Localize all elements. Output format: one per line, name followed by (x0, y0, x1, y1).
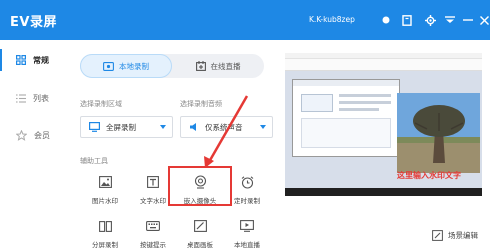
tool-image-watermark[interactable]: 图片水印 (80, 174, 130, 208)
star-icon (16, 129, 27, 141)
record-area-value: 全屏录制 (106, 122, 136, 132)
preview-taskbar (285, 188, 482, 196)
edit-icon (432, 229, 443, 241)
settings-icon[interactable] (422, 12, 438, 28)
keyboard-icon (145, 218, 161, 234)
monitor-icon (89, 122, 100, 132)
sidebar-item-list[interactable]: 列表 (0, 82, 62, 114)
record-area-select[interactable]: 全屏录制 (80, 116, 173, 138)
text-icon (145, 174, 161, 190)
tool-label: 图片水印 (92, 197, 118, 205)
tool-label: 按键提示 (140, 241, 166, 249)
baobab-photo (397, 93, 480, 173)
sidebar-item-label: 会员 (34, 130, 50, 140)
speaker-icon (190, 123, 196, 131)
book-icon[interactable] (399, 12, 415, 28)
tab-live-stream[interactable]: 在线直播 (172, 54, 264, 78)
record-dot-icon[interactable] (378, 12, 394, 28)
close-icon[interactable] (476, 12, 490, 28)
username[interactable]: K.K-kub8zep (309, 15, 355, 24)
tool-local-live[interactable]: 本地直播 (222, 218, 272, 250)
tool-label: 文字水印 (140, 197, 166, 205)
tool-desktop-whiteboard[interactable]: 桌面画板 (175, 218, 225, 250)
audio-value: 仅系统声音 (205, 122, 243, 132)
webcam-highlight-box (168, 166, 232, 206)
chevron-down-icon (260, 125, 266, 129)
tool-label: 本地直播 (234, 241, 260, 249)
live-calendar-icon (195, 61, 206, 71)
tab-label: 在线直播 (210, 61, 241, 71)
sidebar-item-general[interactable]: 常规 (0, 44, 62, 76)
audio-label: 选择录制音频 (180, 100, 222, 108)
record-area-label: 选择录制区域 (80, 100, 122, 108)
chevron-down-icon (160, 125, 166, 129)
alarm-icon (239, 174, 255, 190)
preview-app-window (292, 79, 400, 157)
sidebar: 常规 列表 会员 (0, 40, 62, 250)
sidebar-item-label: 常规 (33, 55, 49, 65)
tool-split-screen[interactable]: 分屏录制 (80, 218, 130, 250)
title-bar: EV录屏 K.K-kub8zep (0, 0, 490, 40)
monitor-record-icon (103, 61, 114, 71)
app-title: EV录屏 (10, 15, 57, 30)
scene-edit-label: 场景编辑 (448, 230, 478, 240)
sidebar-item-member[interactable]: 会员 (0, 119, 62, 151)
menu-icon[interactable] (442, 12, 458, 28)
scene-edit-button[interactable]: 场景编辑 (432, 226, 478, 244)
tool-label: 桌面画板 (187, 241, 213, 249)
watermark-text[interactable]: 这里输入水印文字 (397, 170, 461, 181)
preview-toolbar (285, 59, 482, 71)
audio-select[interactable]: 仅系统声音 (180, 116, 273, 138)
minimize-icon[interactable] (460, 12, 476, 28)
tool-key-hint[interactable]: 按键提示 (128, 218, 178, 250)
sidebar-item-label: 列表 (33, 93, 49, 103)
tool-label: 定时录制 (234, 197, 260, 205)
list-icon (16, 93, 26, 103)
preview-panel: 这里输入水印文字 (285, 53, 482, 196)
mode-switch: 本地录制 在线直播 (80, 54, 264, 78)
split-screen-icon (97, 218, 113, 234)
whiteboard-icon (192, 218, 208, 234)
tab-local-record[interactable]: 本地录制 (80, 54, 172, 78)
tools-label: 辅助工具 (80, 157, 108, 165)
play-screen-icon (239, 218, 255, 234)
tool-label: 分屏录制 (92, 241, 118, 249)
image-icon (97, 174, 113, 190)
tab-label: 本地录制 (119, 61, 149, 71)
grid-icon (16, 55, 26, 65)
